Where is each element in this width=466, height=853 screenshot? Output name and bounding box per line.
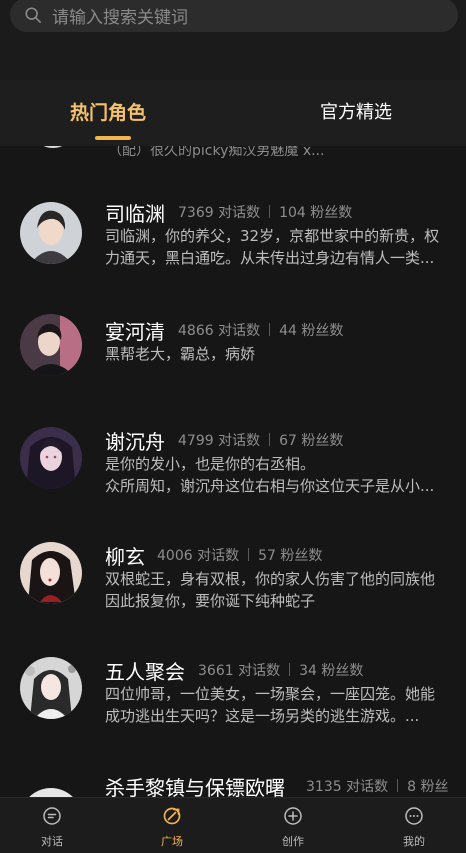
category-tabs: 热门角色 官方精选 [0,80,466,146]
character-name: 杀手黎镇与保镖欧曙 [105,776,285,797]
list-item[interactable]: 司临渊 7369 对话数 104 粉丝数 司临渊，你的养父，32岁，京都世家中的新… [0,198,466,312]
nav-chat[interactable]: 对话 [22,806,82,849]
fan-count: 104 粉丝数 [279,205,353,221]
avatar [20,657,82,719]
dialog-count: 3661 对话数 [198,663,281,679]
nav-label: 广场 [161,835,183,848]
nav-create[interactable]: 创作 [263,806,323,849]
fan-count: 67 粉丝数 [279,433,344,449]
character-stats: 7369 对话数 104 粉丝数 [178,202,352,222]
avatar [30,146,76,148]
divider [269,323,271,336]
character-name: 五人聚会 [105,660,185,684]
nav-label: 对话 [41,835,63,848]
character-description: 司临渊，你的养父，32岁，京都世家中的新贵，权 力通天，黑白通吃。从未传出过身边… [105,227,440,267]
search-icon [25,7,42,24]
list-item[interactable]: 谢沉舟 4799 对话数 67 粉丝数 是你的发小，也是你的右丞相。 众所周知，谢… [0,426,466,540]
character-stats: 3661 对话数 34 粉丝数 [198,660,363,680]
character-stats: 4006 对话数 57 粉丝数 [157,545,322,565]
character-description: 双根蛇王，身有双根，你的家人伤害了他的同族他 因此报复你，要你诞下纯种蛇子 [105,570,436,610]
divider [397,779,399,792]
list-item[interactable]: 五人聚会 3661 对话数 34 粉丝数 四位帅哥，一位美女，一场聚会，一座囚笼。… [0,656,466,770]
divider [269,205,271,218]
list-item-partial[interactable]: （配）很久的picky痴汉男魅魔 x... [0,146,466,164]
avatar [20,788,82,797]
divider [269,433,271,446]
character-stats: 3135 对话数 8 粉丝 [306,776,448,796]
create-icon [284,807,302,825]
avatar [20,314,82,376]
character-name: 宴河清 [105,320,165,344]
character-description: （配）很久的picky痴汉男魅魔 x... [108,146,325,159]
chat-icon [43,807,61,825]
bottom-navigation: 对话 广场 创作 我的 [0,797,466,853]
avatar [20,202,82,264]
fan-count: 8 粉丝 [407,779,449,795]
divider [289,663,291,676]
search-bar[interactable]: 请输入搜索关键词 [10,0,458,32]
list-item[interactable]: 宴河清 4866 对话数 44 粉丝数 黑帮老大，霸总，病娇 [0,314,466,432]
search-placeholder[interactable]: 请输入搜索关键词 [52,3,188,28]
avatar [20,427,82,489]
nav-profile[interactable]: 我的 [384,806,444,849]
plaza-icon [163,807,181,825]
character-description: 黑帮老大，霸总，病娇 [105,345,256,363]
active-tab-indicator [95,136,131,140]
dialog-count: 4866 对话数 [178,323,261,339]
fan-count: 44 粉丝数 [279,323,344,339]
avatar [20,542,82,604]
tab-hot-characters[interactable]: 热门角色 [70,98,146,125]
character-description: 四位帅哥，一位美女，一场聚会，一座囚笼。她能 成功逃出生天吗？这是一场另类的逃生… [105,685,436,725]
character-name: 谢沉舟 [105,430,165,454]
nav-label: 创作 [282,835,304,848]
character-name: 柳玄 [105,545,145,569]
nav-plaza[interactable]: 广场 [142,806,202,849]
fan-count: 34 粉丝数 [299,663,364,679]
dialog-count: 4799 对话数 [178,433,261,449]
divider [248,548,250,561]
dialog-count: 4006 对话数 [157,548,240,564]
nav-label: 我的 [403,835,425,848]
character-stats: 4799 对话数 67 粉丝数 [178,430,343,450]
fan-count: 57 粉丝数 [258,548,323,564]
top-bar: 请输入搜索关键词 [0,0,466,80]
character-description: 是你的发小，也是你的右丞相。 众所周知，谢沉舟这位右相与你这位天子是从小... [105,455,435,495]
tab-official-picks[interactable]: 官方精选 [320,98,392,124]
dialog-count: 7369 对话数 [178,205,261,221]
list-item[interactable]: 柳玄 4006 对话数 57 粉丝数 双根蛇王，身有双根，你的家人伤害了他的同族他… [0,541,466,655]
list-item[interactable]: 杀手黎镇与保镖欧曙 3135 对话数 8 粉丝 [0,770,466,797]
dialog-count: 3135 对话数 [306,779,389,795]
character-name: 司临渊 [105,202,165,226]
profile-icon [405,807,423,825]
character-stats: 4866 对话数 44 粉丝数 [178,320,343,340]
